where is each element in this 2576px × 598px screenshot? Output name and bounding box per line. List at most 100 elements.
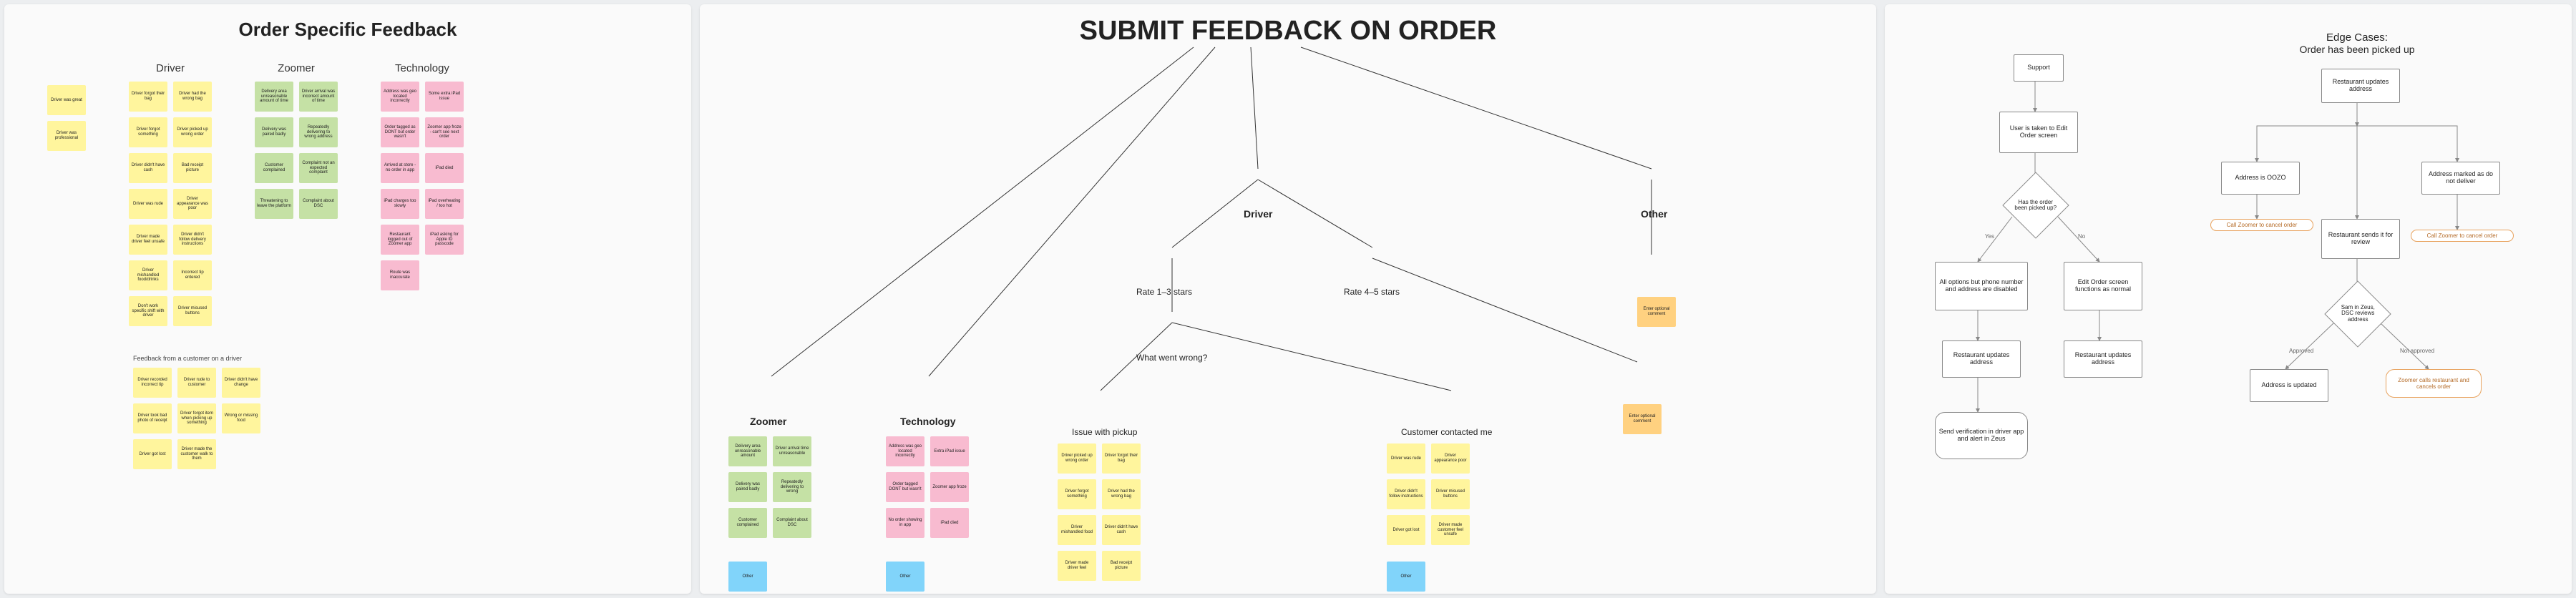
sticky-note[interactable]: Driver didn't follow delivery instructio… xyxy=(173,225,212,255)
sticky-note[interactable]: Driver misused buttons xyxy=(1431,479,1470,509)
sticky-note[interactable]: iPad died xyxy=(930,508,969,538)
flow-label: Yes xyxy=(1985,233,1994,240)
sticky-note[interactable]: Driver appearance was poor xyxy=(173,189,212,219)
sticky-note[interactable]: Other xyxy=(886,562,924,592)
sticky-note[interactable]: Complaint about DSC xyxy=(299,189,338,219)
sticky-note[interactable]: Driver forgot their bag xyxy=(1102,443,1141,474)
sticky-note[interactable]: Zoomer app froze xyxy=(930,472,969,502)
sticky-note[interactable]: Driver took bad photo of receipt xyxy=(133,403,172,433)
sticky-note[interactable]: Route was inaccurate xyxy=(381,260,419,290)
flow-decision: Sam in Zeus, DSC reviews address xyxy=(2324,280,2391,347)
sticky-note[interactable]: Driver got lost xyxy=(1387,515,1425,545)
sticky-note[interactable]: Driver misused buttons xyxy=(173,296,212,326)
sticky-note[interactable]: Driver got lost xyxy=(133,439,172,469)
sticky-note[interactable]: Driver appearance poor xyxy=(1431,443,1470,474)
node-zoomer: Zoomer xyxy=(750,416,786,427)
sticky-note[interactable]: Bad receipt picture xyxy=(1102,551,1141,581)
sticky-note[interactable]: Driver mishandled food/drinks xyxy=(129,260,167,290)
sticky-note[interactable]: Delivery area unreasonable amount xyxy=(728,436,767,466)
sticky-note[interactable]: Driver made driver feel xyxy=(1058,551,1096,581)
sticky-note[interactable]: Driver arrival was incorrect amount of t… xyxy=(299,82,338,112)
sticky-note[interactable]: Driver didn't have cash xyxy=(1102,515,1141,545)
sticky-note[interactable]: Order tagged DONT but wasn't xyxy=(886,472,924,502)
sticky-note[interactable]: Driver made driver feel unsafe xyxy=(129,225,167,255)
sticky-note[interactable]: Customer complained xyxy=(255,153,293,183)
sticky-note[interactable]: Address was geo located incorrectly xyxy=(886,436,924,466)
flow-box: Edit Order screen functions as normal xyxy=(2064,262,2142,310)
sticky-note[interactable]: Address was geo located incorrectly xyxy=(381,82,419,112)
flow-box: User is taken to Edit Order screen xyxy=(1999,112,2078,153)
sticky-note[interactable]: Driver had the wrong bag xyxy=(1102,479,1141,509)
sticky-note[interactable]: Driver forgot item when picking up somet… xyxy=(177,403,216,433)
node-rate45: Rate 4–5 stars xyxy=(1344,287,1400,297)
sticky-note[interactable]: iPad overheating / too hot xyxy=(425,189,464,219)
sticky-note[interactable]: iPad charges too slowly xyxy=(381,189,419,219)
pickup-sub-notes: Driver picked up wrong orderDriver forgo… xyxy=(1058,443,1141,581)
sticky-note[interactable]: Threatening to leave the platform xyxy=(255,189,293,219)
sticky-note[interactable]: Incorrect tip entered xyxy=(173,260,212,290)
sticky-note[interactable]: Delivery was paired badly xyxy=(255,117,293,147)
panel-submit-feedback: SUBMIT FEEDBACK ON ORDER Driver Other Ra… xyxy=(700,4,1876,594)
sticky-note[interactable]: Don't work specific shift with driver xyxy=(129,296,167,326)
sticky-note[interactable]: Driver was rude xyxy=(129,189,167,219)
sticky-note[interactable]: Driver made the customer walk to them xyxy=(177,439,216,469)
sticky-note[interactable]: Other xyxy=(1387,562,1425,592)
sticky-note[interactable]: Driver picked up wrong order xyxy=(173,117,212,147)
sticky-note[interactable]: iPad asking for Apple ID passcode xyxy=(425,225,464,255)
tech-sub-notes: Address was geo located incorrectlyExtra… xyxy=(886,436,969,538)
sticky-note[interactable]: Driver didn't have cash xyxy=(129,153,167,183)
col-zoomer: Zoomer xyxy=(255,62,338,74)
sticky-note[interactable]: Bad receipt picture xyxy=(173,153,212,183)
side-notes: Driver was great Driver was professional xyxy=(47,58,86,151)
sticky-note[interactable]: No order showing in app xyxy=(886,508,924,538)
sticky-note[interactable]: Some extra iPad issue xyxy=(425,82,464,112)
driver-notes: Driver forgot their bagDriver had the wr… xyxy=(129,82,212,326)
sticky-note[interactable]: Driver had the wrong bag xyxy=(173,82,212,112)
col-tech: Technology xyxy=(381,62,464,74)
sticky-note[interactable]: iPad died xyxy=(425,153,464,183)
flow-box: All options but phone number and address… xyxy=(1935,262,2028,310)
sticky-note[interactable]: Wrong or missing food xyxy=(222,403,260,433)
flow-label: Not approved xyxy=(2400,348,2434,354)
left-title: Order Specific Feedback xyxy=(26,19,670,41)
sticky-note[interactable]: Complaint not an expected complaint xyxy=(299,153,338,183)
tech-notes: Address was geo located incorrectlySome … xyxy=(381,82,464,290)
sticky-note[interactable]: Restaurant logged out of Zoomer app xyxy=(381,225,419,255)
sticky-note[interactable]: Extra iPad issue xyxy=(930,436,969,466)
node-pickup: Issue with pickup xyxy=(1072,427,1137,437)
sticky-note[interactable]: Driver made customer feel unsafe xyxy=(1431,515,1470,545)
zoomer-notes: Delivery area unreasonable amount of tim… xyxy=(255,82,338,219)
sticky-note[interactable]: Zoomer app froze - can't see next order xyxy=(425,117,464,147)
sticky-note[interactable]: Driver was professional xyxy=(47,121,86,151)
sticky-note[interactable]: Customer complained xyxy=(728,508,767,538)
sticky-note[interactable]: Driver forgot something xyxy=(1058,479,1096,509)
sticky-note[interactable]: Driver rude to customer xyxy=(177,368,216,398)
flow-box: Restaurant updates address xyxy=(2321,69,2400,103)
node-contacted: Customer contacted me xyxy=(1401,427,1492,437)
sticky-note[interactable]: Other xyxy=(728,562,767,592)
flow-box: Support xyxy=(2014,54,2064,82)
sticky-note[interactable]: Driver didn't follow instructions xyxy=(1387,479,1425,509)
sticky-note[interactable]: Driver forgot their bag xyxy=(129,82,167,112)
sticky-note[interactable]: Driver recorded incorrect tip xyxy=(133,368,172,398)
sticky-note[interactable]: Arrived at store - no order in app xyxy=(381,153,419,183)
sticky-note[interactable]: Complaint about DSC xyxy=(773,508,811,538)
sticky-note[interactable]: Driver was great xyxy=(47,85,86,115)
sticky-note[interactable]: Driver mishandled food xyxy=(1058,515,1096,545)
sticky-note[interactable]: Enter optional comment xyxy=(1637,297,1676,327)
sticky-note[interactable]: Driver arrival time unreasonable xyxy=(773,436,811,466)
flow-box: Send verification in driver app and aler… xyxy=(1935,412,2028,459)
sticky-note[interactable]: Driver didn't have change xyxy=(222,368,260,398)
sticky-note[interactable]: Delivery area unreasonable amount of tim… xyxy=(255,82,293,112)
sticky-note[interactable]: Driver forgot something xyxy=(129,117,167,147)
sticky-note[interactable]: Repeatedly delivering to wrong xyxy=(773,472,811,502)
sticky-note[interactable]: Enter optional comment xyxy=(1623,404,1662,434)
sticky-note[interactable]: Driver picked up wrong order xyxy=(1058,443,1096,474)
sticky-note[interactable]: Order tagged as DONT but order wasn't xyxy=(381,117,419,147)
sticky-note[interactable]: Driver was rude xyxy=(1387,443,1425,474)
footer-label: Feedback from a customer on a driver xyxy=(133,355,670,362)
sticky-note[interactable]: Delivery was paired badly xyxy=(728,472,767,502)
rightB-title2: Order has been picked up xyxy=(2285,44,2429,55)
sticky-note[interactable]: Repeatedly delivering to wrong address xyxy=(299,117,338,147)
node-rate13: Rate 1–3 stars xyxy=(1136,287,1192,297)
